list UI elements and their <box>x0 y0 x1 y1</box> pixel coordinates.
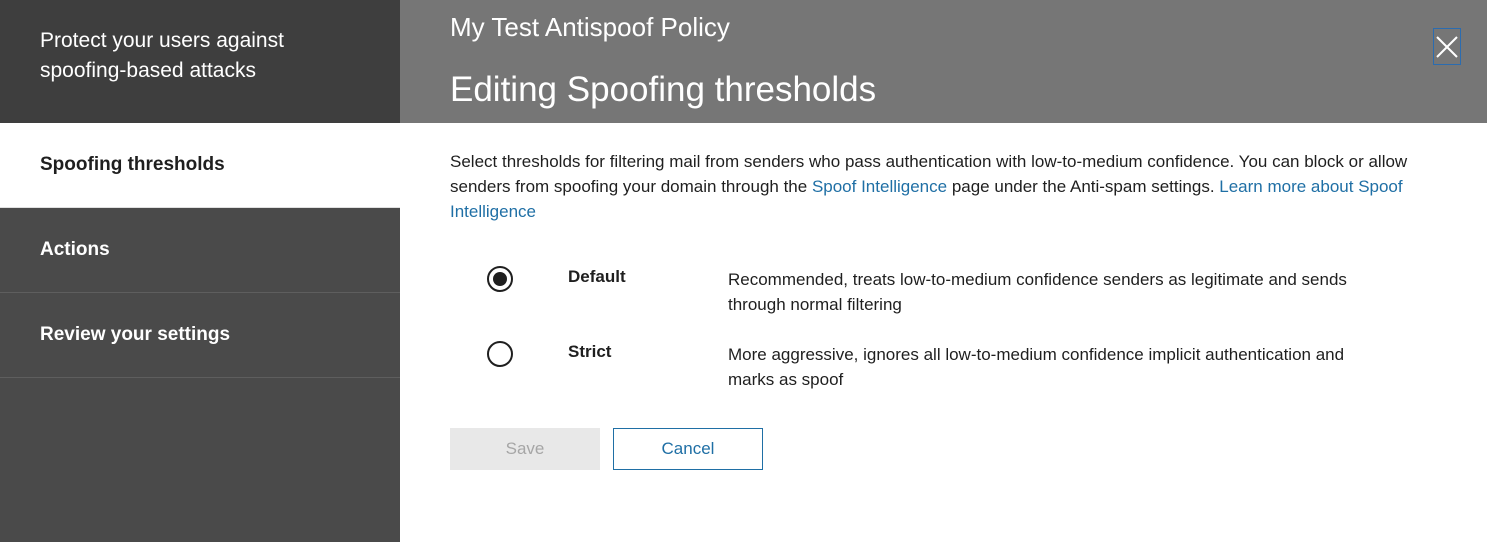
option-description: Recommended, treats low-to-medium confid… <box>728 270 1347 314</box>
strict-radio[interactable] <box>487 341 513 367</box>
option-strict: Strict More aggressive, ignores all low-… <box>450 339 1447 414</box>
content: Select thresholds for filtering mail fro… <box>400 123 1487 470</box>
option-description: More aggressive, ignores all low-to-medi… <box>728 345 1345 389</box>
sidebar-item-label: Review your settings <box>40 324 231 345</box>
sidebar-header: Protect your users against spoofing-base… <box>0 0 400 123</box>
policy-name: My Test Antispoof Policy <box>450 12 730 42</box>
option-label: Default <box>568 267 626 286</box>
threshold-options: Default Recommended, treats low-to-mediu… <box>450 264 1447 414</box>
sidebar-item-actions[interactable]: Actions <box>0 208 400 293</box>
panel-header: My Test Antispoof Policy Editing Spoofin… <box>400 0 1487 123</box>
option-default: Default Recommended, treats low-to-mediu… <box>450 264 1447 339</box>
main-panel: My Test Antispoof Policy Editing Spoofin… <box>400 0 1487 542</box>
default-radio[interactable] <box>487 266 513 292</box>
wizard-title: Protect your users against spoofing-base… <box>40 29 284 82</box>
sidebar-item-review-settings[interactable]: Review your settings <box>0 293 400 378</box>
save-button[interactable]: Save <box>450 428 600 470</box>
sidebar-item-spoofing-thresholds[interactable]: Spoofing thresholds <box>0 123 400 208</box>
page-title: Editing Spoofing thresholds <box>450 70 877 109</box>
close-icon <box>1436 35 1458 58</box>
option-label: Strict <box>568 342 612 361</box>
sidebar: Protect your users against spoofing-base… <box>0 0 400 542</box>
description-part: page under the Anti-spam settings. <box>947 177 1220 196</box>
close-button[interactable] <box>1433 28 1461 65</box>
description-text: Select thresholds for filtering mail fro… <box>450 149 1447 224</box>
spoof-intelligence-link[interactable]: Spoof Intelligence <box>812 177 947 196</box>
button-bar: Save Cancel <box>450 428 1447 470</box>
sidebar-item-label: Spoofing thresholds <box>40 154 225 175</box>
cancel-button[interactable]: Cancel <box>613 428 763 470</box>
sidebar-item-label: Actions <box>40 239 110 260</box>
